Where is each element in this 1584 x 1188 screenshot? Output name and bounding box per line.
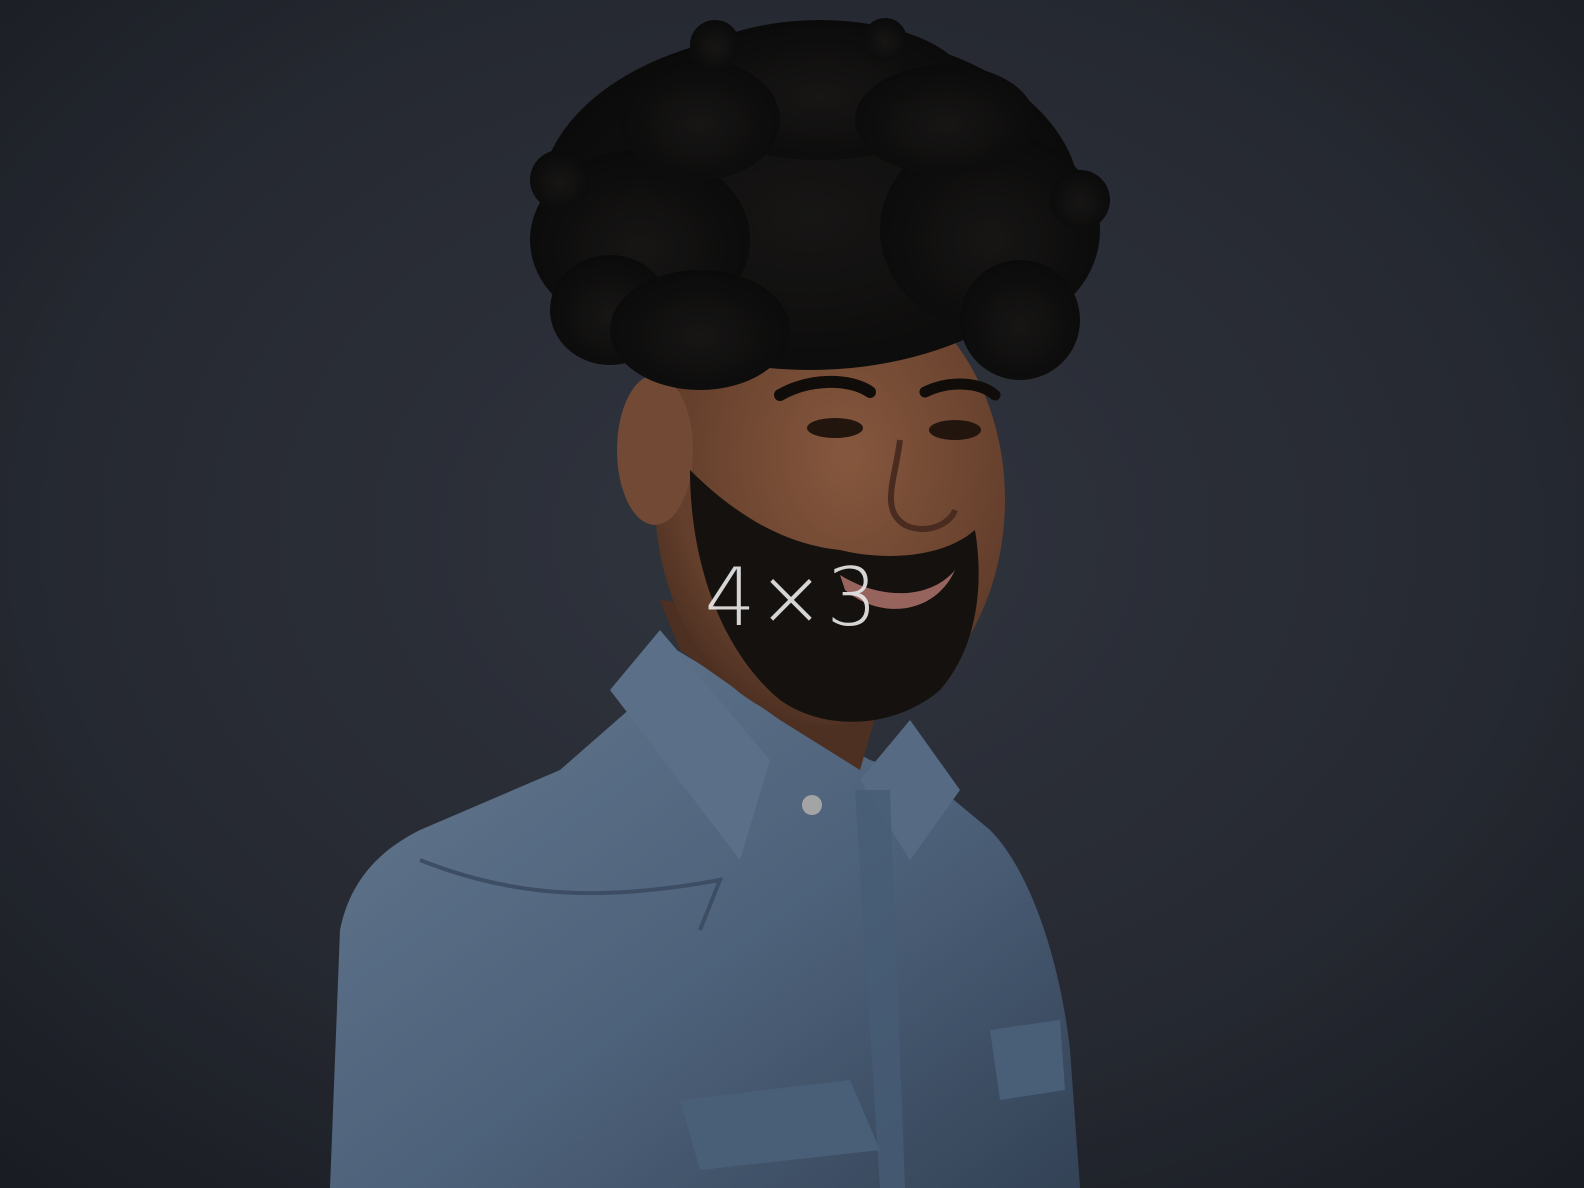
eye-right <box>929 420 981 440</box>
aspect-ratio-label: 4×3 <box>704 551 880 644</box>
shirt-pocket-flap <box>990 1020 1065 1100</box>
ear <box>617 375 693 525</box>
eye-left <box>807 418 863 438</box>
shirt-button <box>802 795 822 815</box>
image-frame: 4×3 <box>0 0 1584 1188</box>
